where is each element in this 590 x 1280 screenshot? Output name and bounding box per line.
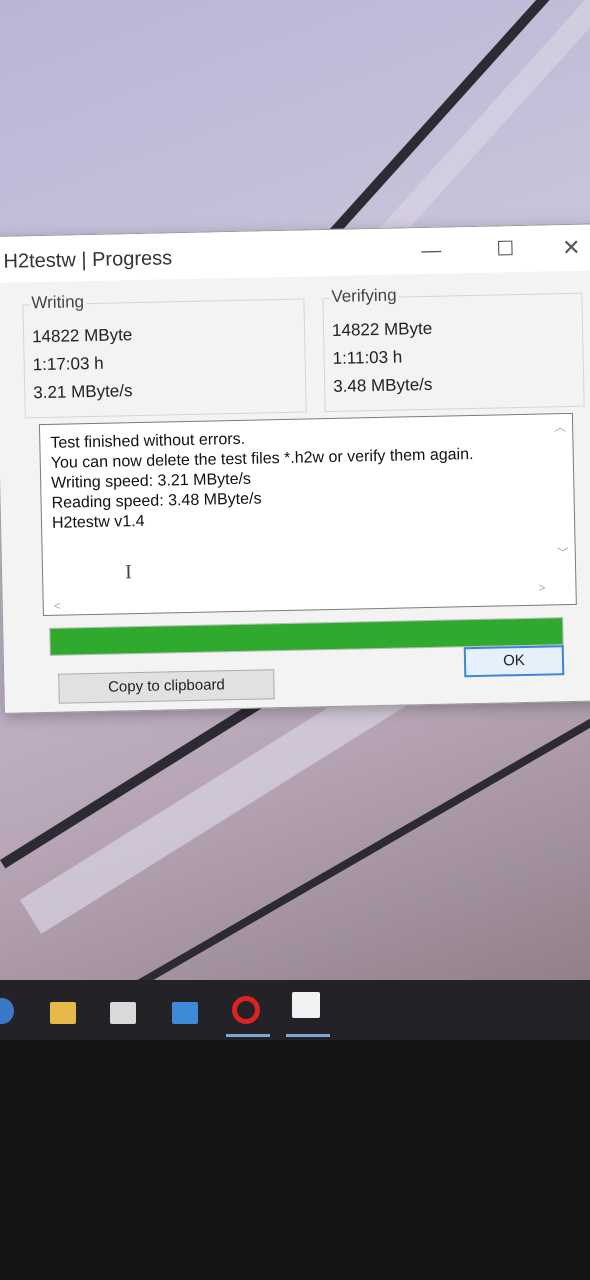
log-line: Test finished without errors. [50, 430, 246, 452]
log-line: H2testw v1.4 [51, 512, 145, 532]
taskbar [0, 980, 590, 1040]
title-bar[interactable]: H2testw | Progress — ☐ ✕ [0, 224, 590, 283]
edge-icon[interactable] [0, 998, 14, 1024]
verifying-time: 1:11:03 h [332, 347, 403, 368]
minimize-button[interactable]: — [411, 235, 452, 266]
file-explorer-icon[interactable] [50, 1002, 76, 1024]
writing-size: 14822 MByte [31, 325, 133, 347]
scroll-left-arrow-icon[interactable]: < [54, 599, 61, 613]
log-line: Reading speed: 3.48 MByte/s [51, 490, 262, 512]
writing-speed: 3.21 MByte/s [33, 381, 133, 403]
mail-icon[interactable] [172, 1002, 198, 1024]
verifying-size: 14822 MByte [331, 318, 433, 340]
writing-label: Writing [29, 292, 87, 314]
screen-bezel [0, 1040, 590, 1280]
ok-button[interactable]: OK [463, 645, 565, 678]
result-log-textbox[interactable]: Test finished without errors. You can no… [38, 412, 577, 617]
opera-running-indicator [226, 1034, 270, 1037]
verifying-group: Verifying 14822 MByte 1:11:03 h 3.48 MBy… [322, 285, 585, 413]
writing-time: 1:17:03 h [32, 353, 104, 375]
h2testw-running-indicator [286, 1034, 330, 1037]
store-icon[interactable] [110, 1002, 136, 1024]
h2testw-progress-dialog: H2testw | Progress — ☐ ✕ Writing 14822 M… [0, 223, 590, 714]
text-cursor-icon: I [124, 561, 132, 584]
maximize-button[interactable]: ☐ [485, 234, 526, 265]
h2testw-icon[interactable] [292, 992, 320, 1018]
scroll-down-arrow-icon[interactable]: ﹀ [557, 544, 569, 561]
writing-group: Writing 14822 MByte 1:17:03 h 3.21 MByte… [22, 292, 307, 419]
close-button[interactable]: ✕ [551, 232, 590, 263]
window-title: H2testw | Progress [3, 247, 173, 273]
scroll-up-arrow-icon[interactable]: ︿ [554, 418, 566, 435]
opera-icon[interactable] [232, 996, 260, 1024]
copy-to-clipboard-button[interactable]: Copy to clipboard [58, 669, 275, 704]
scroll-right-arrow-icon[interactable]: > [538, 581, 545, 595]
log-line: Writing speed: 3.21 MByte/s [51, 470, 252, 492]
verifying-speed: 3.48 MByte/s [333, 374, 433, 396]
verifying-label: Verifying [329, 285, 399, 307]
